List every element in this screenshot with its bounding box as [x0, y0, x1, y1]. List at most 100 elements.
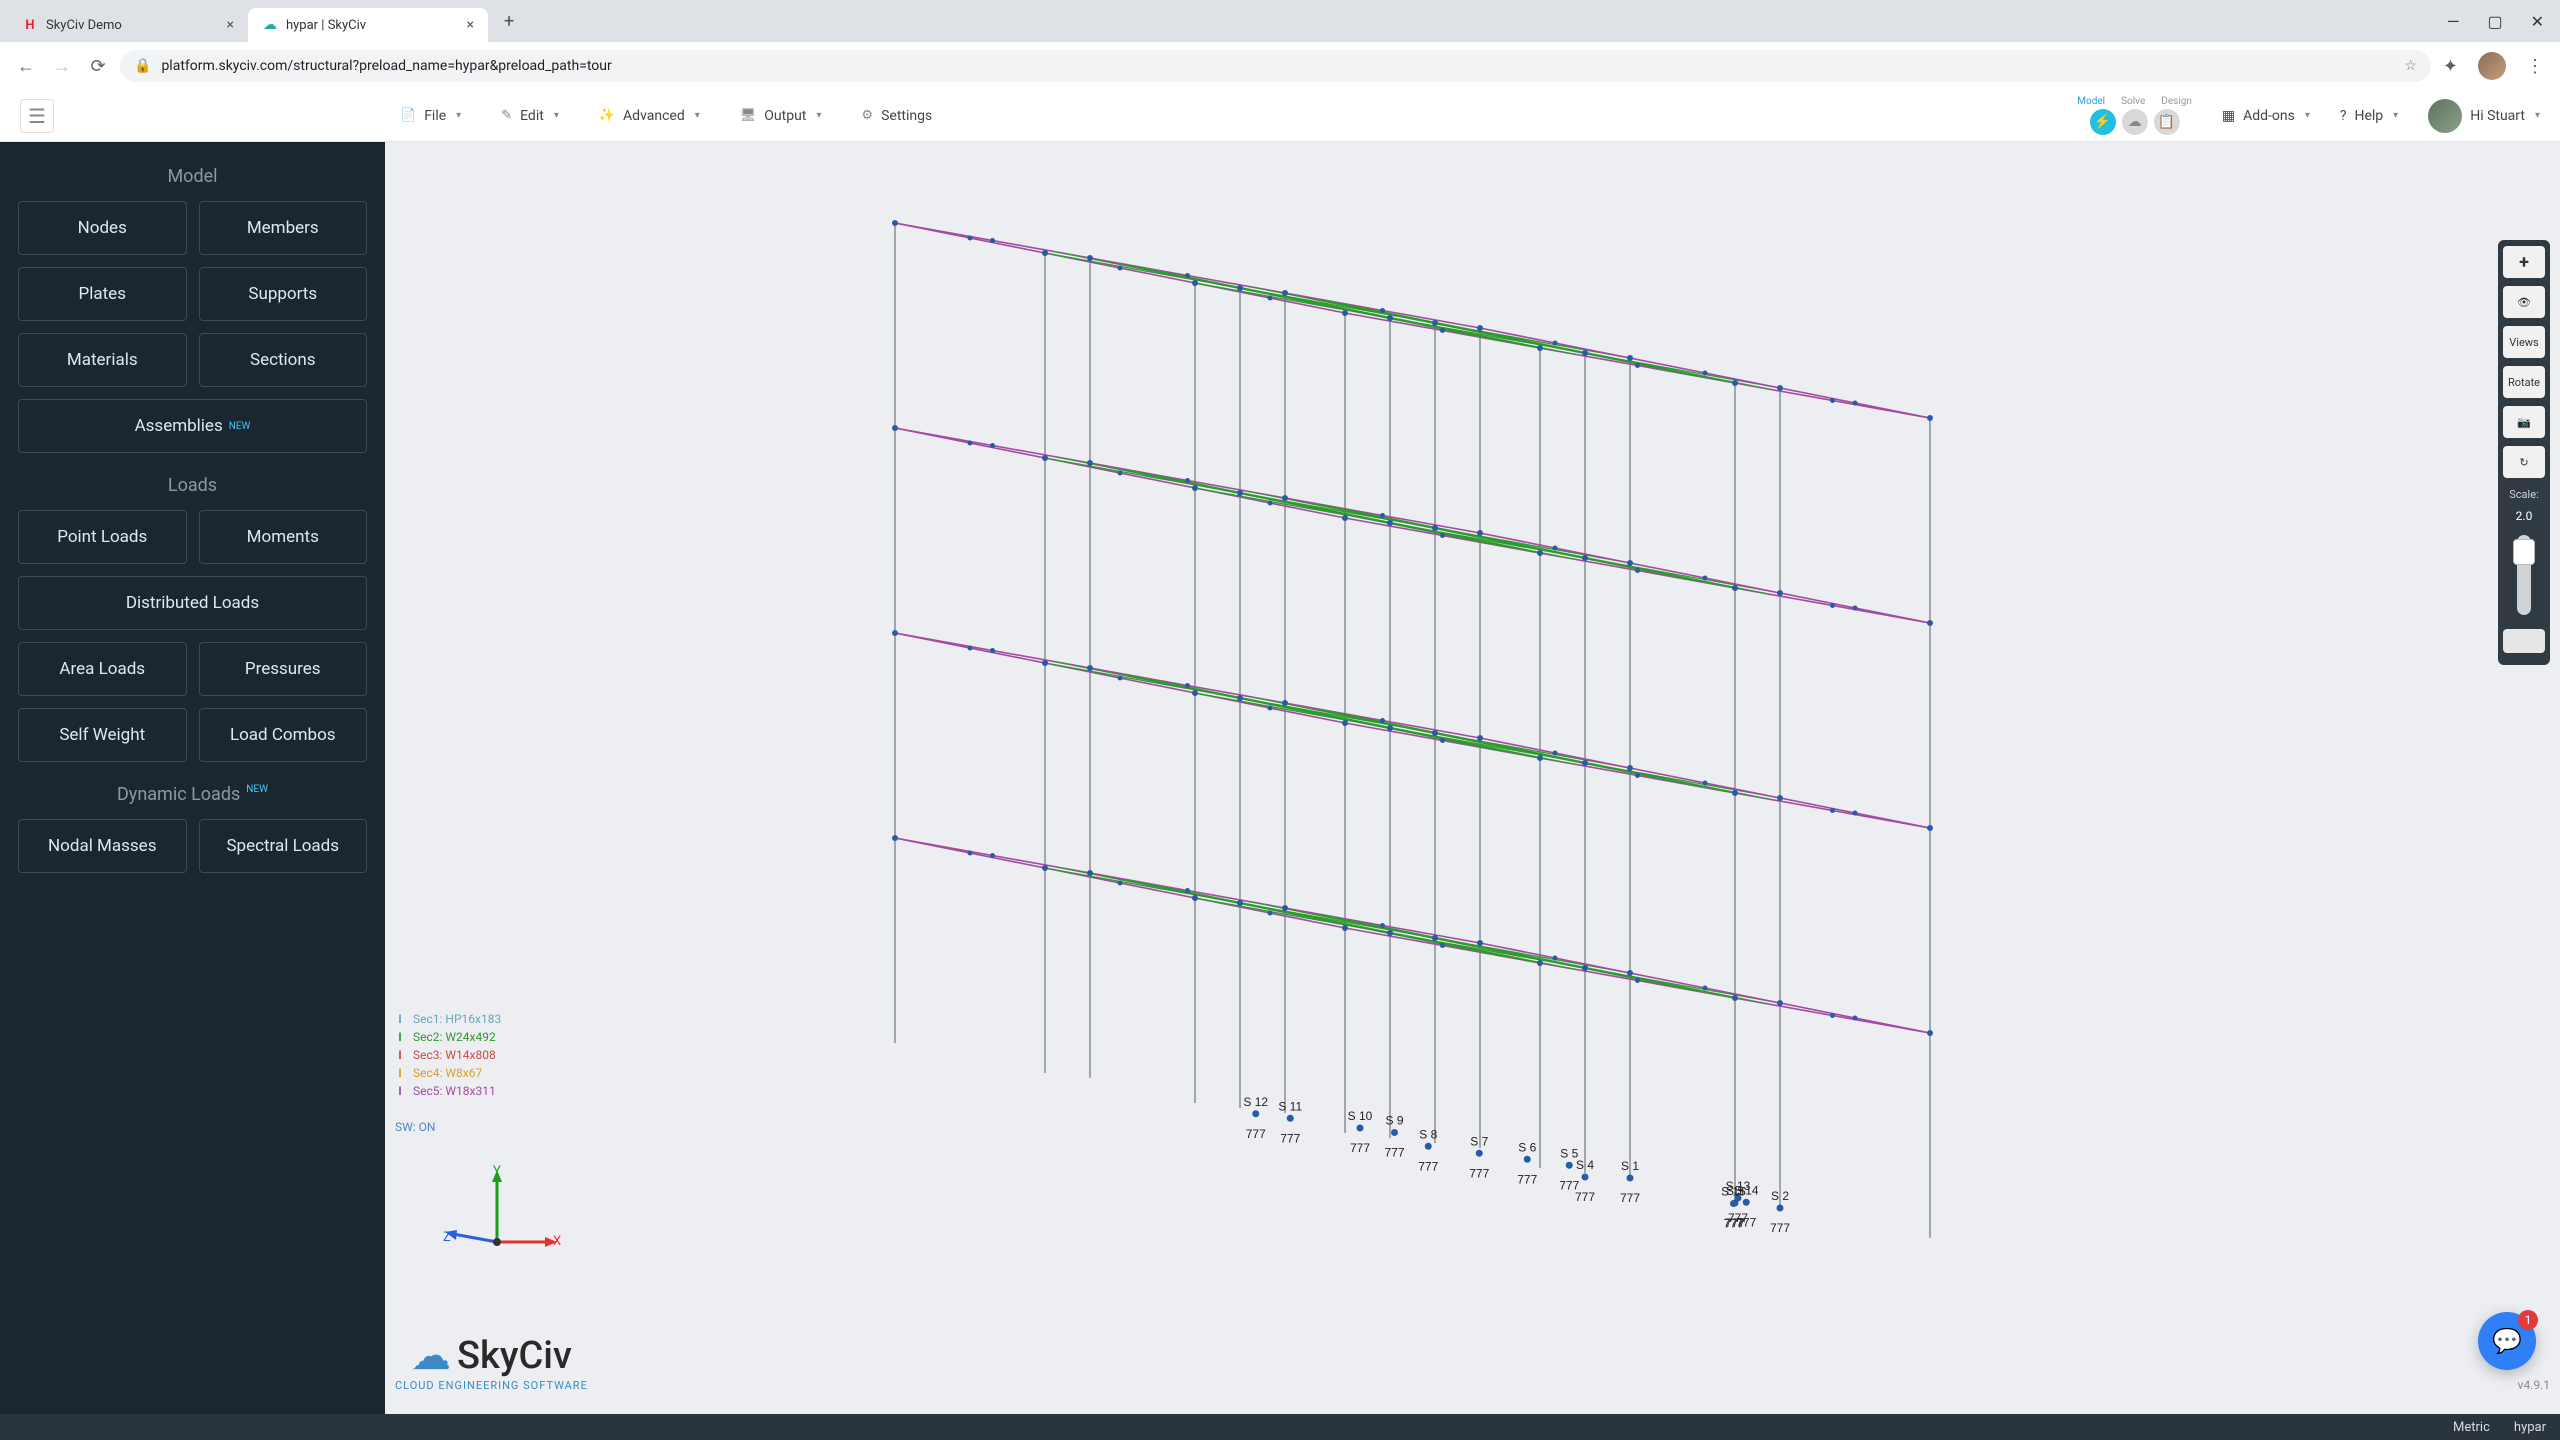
browser-toolbar: ← → ⟳ 🔒 platform.skyciv.com/structural?p… — [0, 42, 2560, 90]
reload-icon[interactable]: ⟳ — [84, 56, 112, 77]
zoom-in-button[interactable]: + — [2503, 246, 2545, 278]
help-menu[interactable]: ?Help▾ — [2340, 108, 2398, 124]
chevron-down-icon: ▾ — [2535, 110, 2540, 121]
sidebar-self-weight[interactable]: Self Weight — [18, 708, 187, 762]
mode-model-button[interactable]: ⚡ — [2090, 109, 2116, 135]
model-render: S 1777S 2777S 3777S 4777S 5777S 6777S 77… — [385, 142, 2560, 1414]
svg-text:S 5: S 5 — [1560, 1146, 1578, 1160]
tab-title: hypar | SkyCiv — [286, 18, 366, 33]
menu-label: Edit — [520, 108, 544, 124]
sidebar-plates[interactable]: Plates — [18, 267, 187, 321]
svg-text:S 9: S 9 — [1385, 1114, 1403, 1128]
doc-icon: 📋 — [2158, 114, 2175, 130]
favicon-cloud-icon: ☁ — [262, 17, 278, 33]
visibility-button[interactable]: 👁 — [2503, 286, 2545, 318]
sidebar-moments[interactable]: Moments — [199, 510, 368, 564]
sidebar-sections[interactable]: Sections — [199, 333, 368, 387]
rotate-button[interactable]: Rotate — [2503, 366, 2545, 398]
axis-z-label: Z — [443, 1230, 451, 1245]
mode-design-button[interactable]: 📋 — [2154, 109, 2180, 135]
refresh-view-button[interactable]: ↻ — [2503, 446, 2545, 478]
menu-file[interactable]: 📄File▾ — [400, 108, 461, 124]
grid-icon: ▦ — [2222, 108, 2235, 124]
views-button[interactable]: Views — [2503, 326, 2545, 358]
sidebar-area-loads[interactable]: Area Loads — [18, 642, 187, 696]
sidebar-pressures[interactable]: Pressures — [199, 642, 368, 696]
chevron-down-icon: ▾ — [2305, 110, 2310, 121]
svg-text:S 2: S 2 — [1771, 1189, 1789, 1203]
sidebar-label: Dynamic Loads — [117, 784, 240, 805]
user-menu[interactable]: Hi Stuart ▾ — [2428, 99, 2540, 133]
kebab-menu-icon[interactable]: ⋮ — [2526, 56, 2544, 77]
menu-advanced[interactable]: ✨Advanced▾ — [599, 108, 700, 124]
pencil-icon: ✎ — [501, 108, 512, 123]
menu-edit[interactable]: ✎Edit▾ — [501, 108, 559, 124]
svg-text:777: 777 — [1350, 1141, 1370, 1155]
sidebar-header-model: Model — [18, 166, 367, 187]
mode-label-solve: Solve — [2121, 96, 2145, 107]
window-controls: — ▢ ✕ — [2447, 12, 2552, 31]
sidebar-spectral-loads[interactable]: Spectral Loads — [199, 819, 368, 873]
scale-slider[interactable] — [2517, 535, 2531, 615]
maximize-icon[interactable]: ▢ — [2487, 12, 2502, 31]
svg-text:S 12: S 12 — [1243, 1095, 1268, 1109]
menu-output[interactable]: 🖥Output▾ — [740, 108, 822, 124]
menu-label: File — [424, 108, 446, 124]
svg-text:777: 777 — [1280, 1131, 1300, 1145]
sidebar-load-combos[interactable]: Load Combos — [199, 708, 368, 762]
monitor-icon: 🖥 — [740, 108, 757, 123]
selfweight-label: SW: ON — [395, 1120, 435, 1134]
sidebar-point-loads[interactable]: Point Loads — [18, 510, 187, 564]
addons-menu[interactable]: ▦Add-ons▾ — [2222, 108, 2310, 124]
hamburger-menu[interactable]: ☰ — [20, 99, 54, 133]
sidebar-distributed-loads[interactable]: Distributed Loads — [18, 576, 367, 630]
mode-solve-button[interactable]: ☁ — [2122, 109, 2148, 135]
minimize-icon[interactable]: — — [2447, 12, 2460, 31]
slider-thumb[interactable] — [2513, 539, 2535, 565]
file-icon: 📄 — [400, 108, 416, 123]
user-avatar — [2428, 99, 2462, 133]
profile-avatar[interactable] — [2478, 52, 2506, 80]
close-icon[interactable]: × — [467, 17, 474, 33]
svg-text:S 4: S 4 — [1576, 1158, 1594, 1172]
sidebar-nodes[interactable]: Nodes — [18, 201, 187, 255]
version-label: v4.9.1 — [2518, 1378, 2550, 1392]
browser-tab-hypar[interactable]: ☁ hypar | SkyCiv × — [248, 8, 488, 42]
status-bar: Metric hypar — [0, 1414, 2560, 1440]
url-bar[interactable]: 🔒 platform.skyciv.com/structural?preload… — [120, 50, 2431, 82]
section-legend: ISec1: HP16x183ISec2: W24x492ISec3: W14x… — [395, 1010, 501, 1100]
sidebar-materials[interactable]: Materials — [18, 333, 187, 387]
close-icon[interactable]: × — [227, 17, 234, 33]
axis-gizmo[interactable]: Y X Z — [443, 1164, 563, 1264]
wrench-icon: ⚡ — [2094, 114, 2111, 130]
sidebar-members[interactable]: Members — [199, 201, 368, 255]
scale-value: 2.0 — [2516, 509, 2533, 523]
cloud-icon: ☁ — [2128, 114, 2142, 130]
axis-x-label: X — [553, 1234, 561, 1249]
browser-tab-skyciv-demo[interactable]: H SkyCiv Demo × — [8, 8, 248, 42]
units-toggle[interactable]: Metric — [2453, 1420, 2490, 1435]
menu-settings[interactable]: ⚙Settings — [861, 108, 932, 124]
scale-label: Scale: — [2509, 488, 2538, 501]
help-icon: ? — [2340, 108, 2347, 124]
user-greeting: Hi Stuart — [2470, 108, 2525, 124]
menu-label: Help — [2354, 108, 2383, 124]
screenshot-button[interactable]: 📷 — [2503, 406, 2545, 438]
close-window-icon[interactable]: ✕ — [2531, 12, 2544, 31]
slider-end[interactable] — [2503, 629, 2545, 653]
sidebar-assemblies[interactable]: AssembliesNEW — [18, 399, 367, 453]
sidebar-nodal-masses[interactable]: Nodal Masses — [18, 819, 187, 873]
svg-text:777: 777 — [1770, 1221, 1790, 1235]
back-icon[interactable]: ← — [12, 56, 40, 77]
url-text: platform.skyciv.com/structural?preload_n… — [161, 58, 2394, 74]
forward-icon[interactable]: → — [48, 56, 76, 77]
platform-label[interactable]: hypar — [2514, 1420, 2546, 1435]
lock-icon: 🔒 — [134, 58, 151, 74]
extensions-icon[interactable]: ✦ — [2443, 56, 2458, 77]
browser-tab-strip: H SkyCiv Demo × ☁ hypar | SkyCiv × + — ▢… — [0, 0, 2560, 42]
sidebar-supports[interactable]: Supports — [199, 267, 368, 321]
chat-bubble[interactable]: 💬 1 — [2478, 1312, 2536, 1370]
new-tab-button[interactable]: + — [498, 11, 520, 32]
viewport-3d[interactable]: S 1777S 2777S 3777S 4777S 5777S 6777S 77… — [385, 142, 2560, 1414]
star-icon[interactable]: ☆ — [2404, 58, 2417, 74]
